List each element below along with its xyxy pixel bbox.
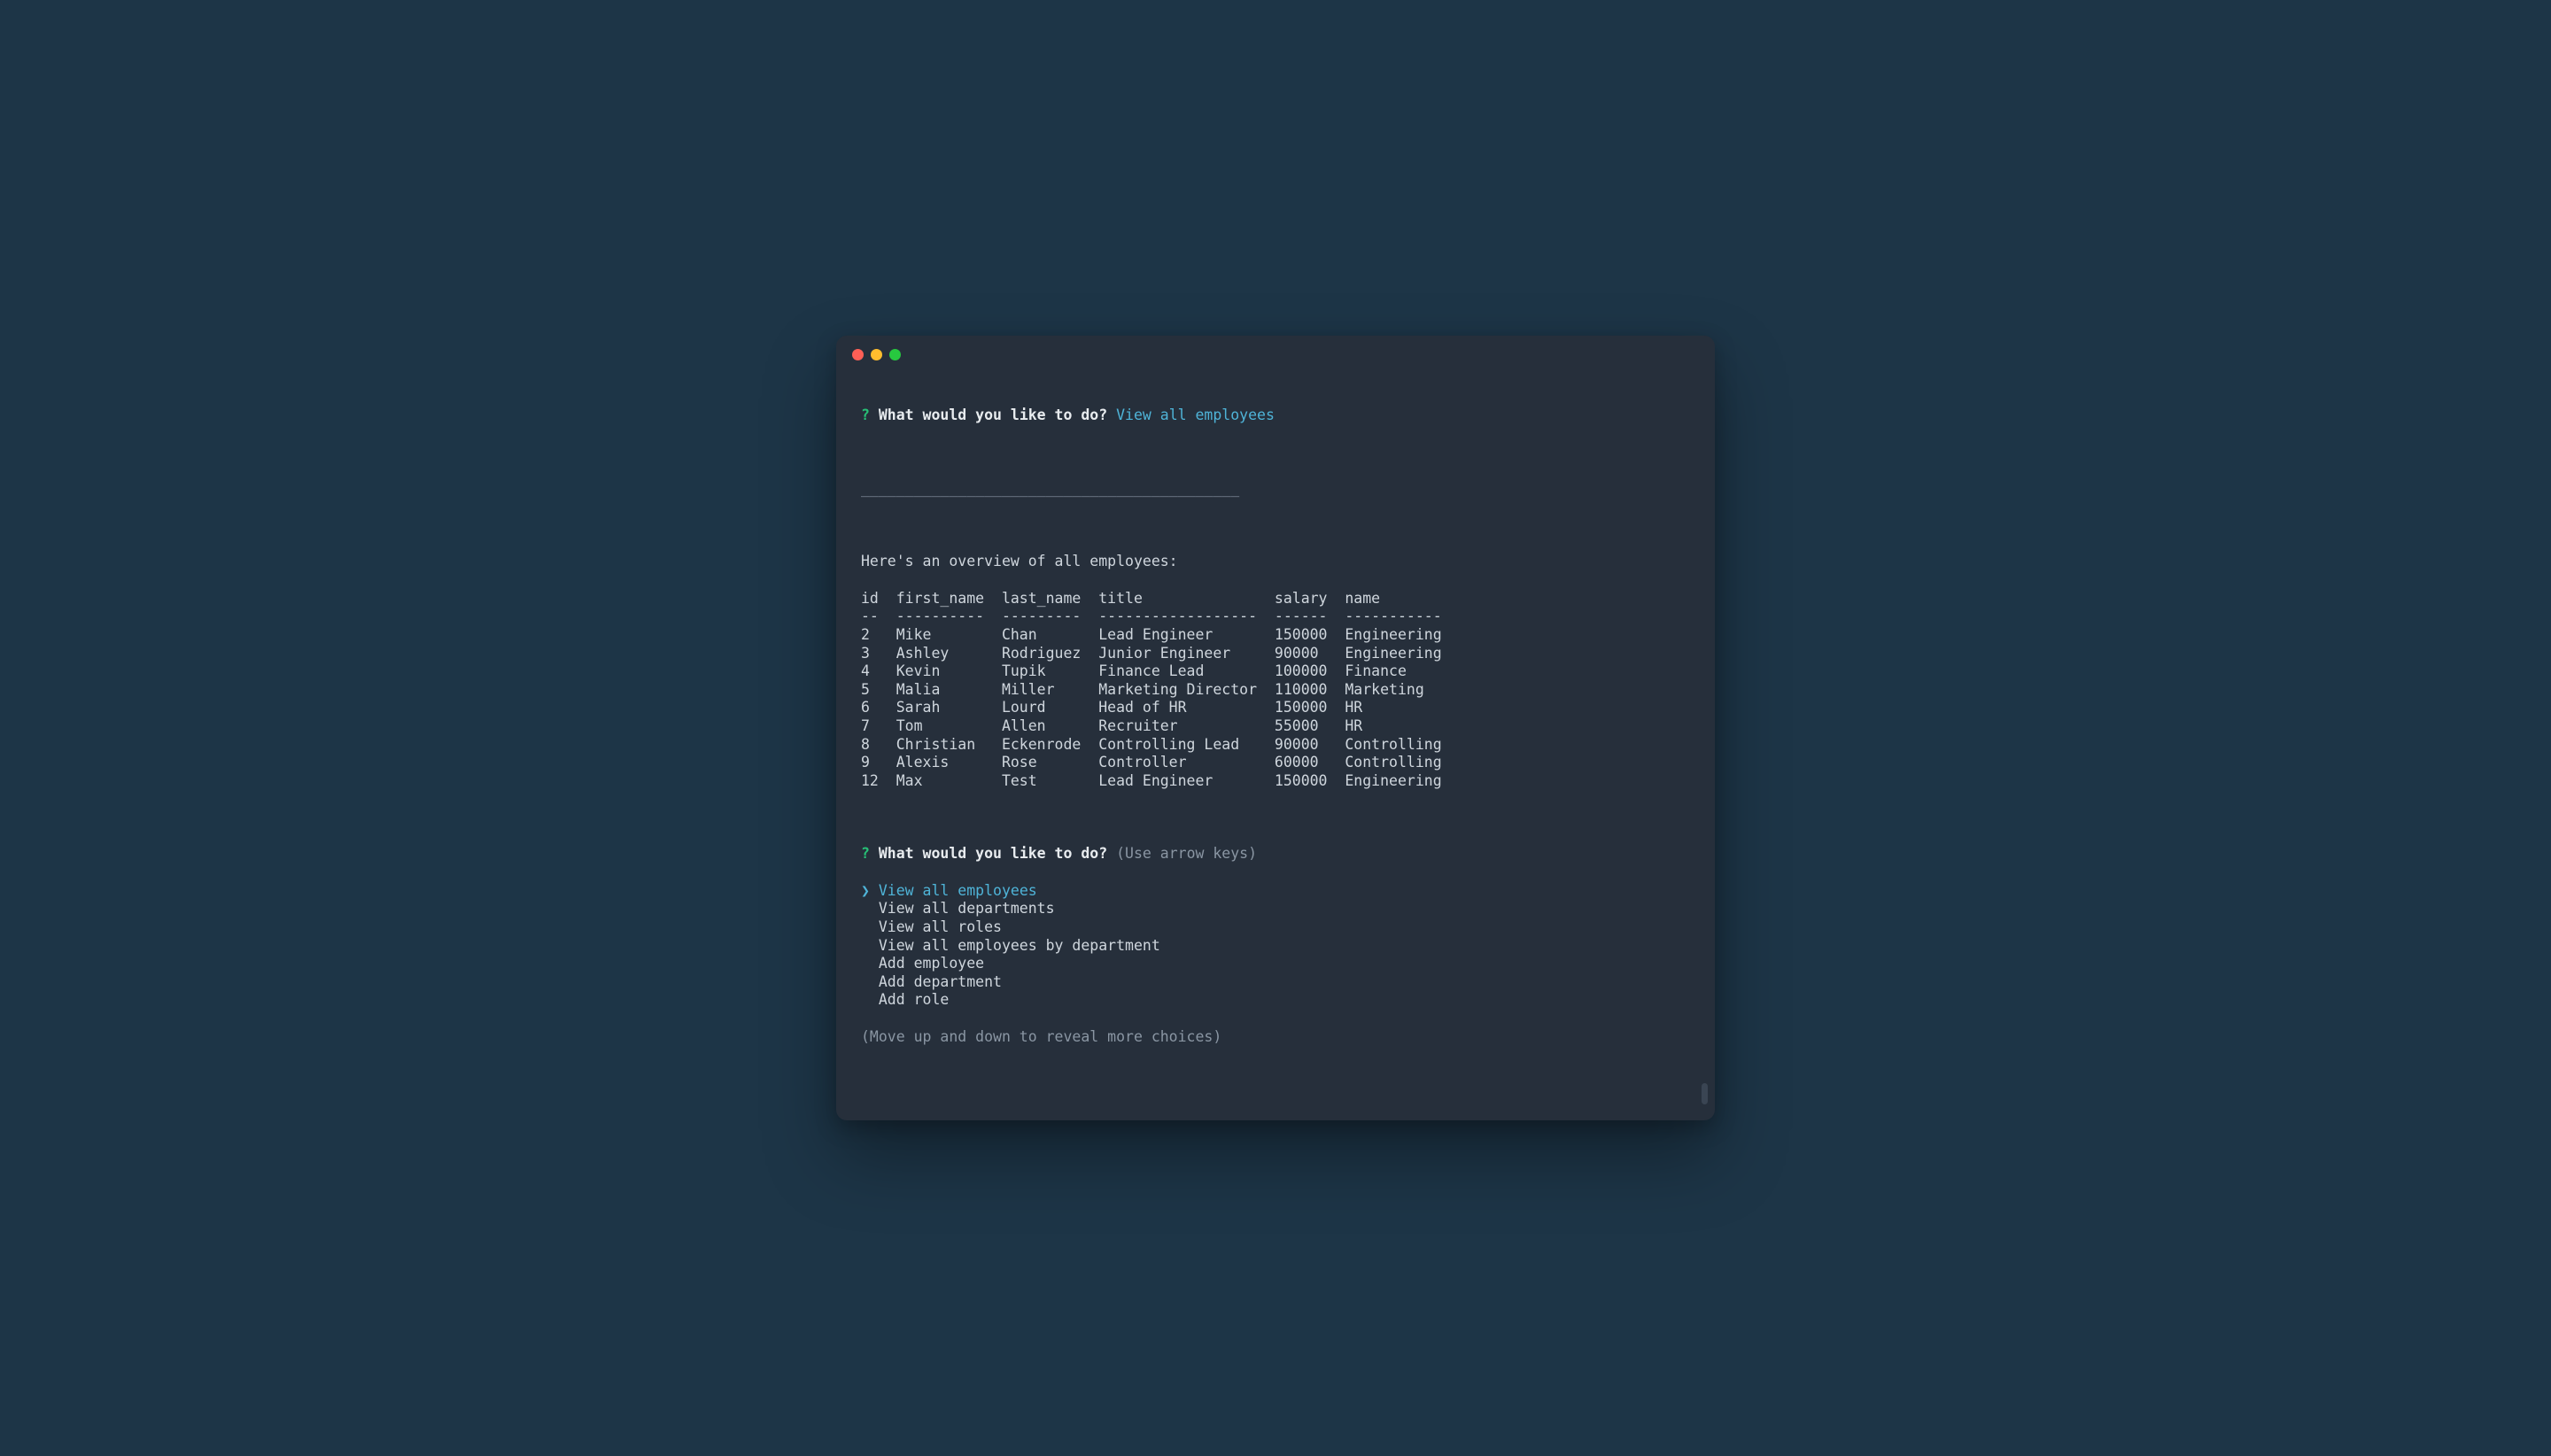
menu-item[interactable]: View all roles [861,918,1690,937]
table-row: 3 Ashley Rodriguez Junior Engineer 90000… [861,645,1690,663]
menu-more-hint: (Move up and down to reveal more choices… [861,1028,1690,1047]
table-row: 6 Sarah Lourd Head of HR 150000 HR [861,699,1690,717]
menu-item-label: View all employees [879,882,1037,899]
prompt-marker: ? [861,407,870,423]
menu-item[interactable]: View all departments [861,900,1690,918]
menu-item[interactable]: Add employee [861,955,1690,973]
table-row: 12 Max Test Lead Engineer 150000 Enginee… [861,772,1690,791]
divider-line: ________________________________________… [861,480,1690,499]
menu-item-label: View all employees by department [861,937,1160,954]
menu-list[interactable]: ❯ View all employees View all department… [861,882,1690,1010]
menu-pointer-icon: ❯ [861,882,879,899]
table-header: id first_name last_name title salary nam… [861,590,1690,608]
menu-item-label: View all roles [861,918,1002,935]
table-row: 4 Kevin Tupik Finance Lead 100000 Financ… [861,662,1690,681]
prompt-answer: View all employees [1116,407,1275,423]
menu-item[interactable]: Add role [861,991,1690,1010]
maximize-icon[interactable] [889,349,901,360]
blank-line [861,444,1690,462]
table-divider: -- ---------- --------- ----------------… [861,608,1690,626]
table-row: 5 Malia Miller Marketing Director 110000… [861,681,1690,700]
prompt-line-answered: ? What would you like to do? View all em… [861,407,1690,425]
terminal-window: ? What would you like to do? View all em… [836,336,1715,1120]
overview-label: Here's an overview of all employees: [861,553,1690,571]
menu-item-label: View all departments [861,900,1055,917]
prompt-question: What would you like to do? [879,845,1107,862]
minimize-icon[interactable] [871,349,882,360]
window-titlebar [836,336,1715,375]
prompt-marker: ? [861,845,870,862]
menu-item[interactable]: ❯ View all employees [861,882,1690,901]
prompt-line-active: ? What would you like to do? (Use arrow … [861,845,1690,864]
blank-line [861,809,1690,827]
close-icon[interactable] [852,349,864,360]
menu-item[interactable]: View all employees by department [861,937,1690,956]
blank-line [861,516,1690,535]
table-row: 9 Alexis Rose Controller 60000 Controlli… [861,754,1690,772]
table-row: 7 Tom Allen Recruiter 55000 HR [861,717,1690,736]
menu-item-label: Add department [861,973,1002,990]
terminal-body[interactable]: ? What would you like to do? View all em… [836,375,1715,1120]
employee-table: id first_name last_name title salary nam… [861,590,1690,791]
menu-item-label: Add role [861,991,949,1008]
menu-item[interactable]: Add department [861,973,1690,992]
table-row: 2 Mike Chan Lead Engineer 150000 Enginee… [861,626,1690,645]
table-row: 8 Christian Eckenrode Controlling Lead 9… [861,736,1690,755]
prompt-question: What would you like to do? [879,407,1107,423]
menu-item-label: Add employee [861,955,984,972]
scrollbar-handle[interactable] [1702,1083,1708,1104]
prompt-hint: (Use arrow keys) [1116,845,1257,862]
